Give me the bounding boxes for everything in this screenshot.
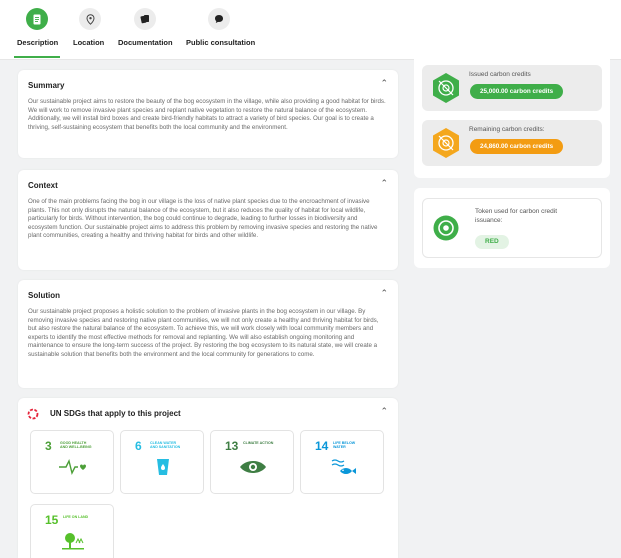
collapse-chevron-icon[interactable]: ⌃ xyxy=(380,406,388,417)
documents-icon xyxy=(134,8,156,30)
tab-description[interactable]: Description xyxy=(14,0,60,60)
sdg-number: 3 xyxy=(45,439,52,453)
tab-label: Public consultation xyxy=(186,38,256,47)
summary-card: Summary ⌃ Our sustainable project aims t… xyxy=(18,70,398,158)
sdgs-card: UN SDGs that apply to this project ⌃ 3 G… xyxy=(18,398,398,558)
context-card: Context ⌃ One of the main problems facin… xyxy=(18,170,398,270)
top-tab-bar: Description Location Documentation Publi… xyxy=(0,0,621,60)
active-tab-indicator xyxy=(14,56,60,58)
sdg-title: LIFE BELOW WATER xyxy=(333,441,356,450)
solution-card: Solution ⌃ Our sustainable project propo… xyxy=(18,280,398,388)
tab-label: Documentation xyxy=(118,38,173,47)
remaining-credits-box: Remaining carbon credits: 24,860.00 carb… xyxy=(422,120,602,166)
tab-location[interactable]: Location xyxy=(72,0,108,60)
tab-label: Location xyxy=(73,38,105,47)
collapse-chevron-icon[interactable]: ⌃ xyxy=(380,78,388,89)
token-label: Token used for carbon credit issuance: xyxy=(475,208,558,224)
solution-text: Our sustainable project proposes a holis… xyxy=(28,308,379,358)
tab-public-consultation[interactable]: Public consultation xyxy=(186,0,256,60)
eye-globe-icon xyxy=(240,461,266,473)
tab-documentation[interactable]: Documentation xyxy=(118,0,174,60)
collapse-chevron-icon[interactable]: ⌃ xyxy=(380,178,388,189)
carbon-credit-hex-icon xyxy=(433,128,459,158)
sdg-tile-14[interactable]: 14 LIFE BELOW WATER xyxy=(300,430,384,494)
sdg-tile-15[interactable]: 15 LIFE ON LAND xyxy=(30,504,114,558)
context-title: Context xyxy=(28,181,58,190)
sdg-number: 13 xyxy=(225,439,239,453)
sdg-title: GOOD HEALTH AND WELL-BEING xyxy=(60,441,92,450)
issued-credits-box: Issued carbon credits 25,000.00 carbon c… xyxy=(422,65,602,111)
tree-icon xyxy=(62,533,84,550)
sdg-wheel-icon xyxy=(27,408,39,420)
remaining-credits-badge: 24,860.00 carbon credits xyxy=(470,139,564,154)
token-box: Token used for carbon credit issuance: R… xyxy=(422,198,602,258)
document-icon xyxy=(26,8,48,30)
solution-title: Solution xyxy=(28,291,60,300)
location-pin-icon xyxy=(79,8,101,30)
context-text: One of the main problems facing the bog … xyxy=(28,198,378,240)
issued-credits-label: Issued carbon credits xyxy=(469,71,531,78)
summary-title: Summary xyxy=(28,81,65,90)
sdg-title: CLIMATE ACTION xyxy=(243,441,274,445)
collapse-chevron-icon[interactable]: ⌃ xyxy=(380,288,388,299)
remaining-credits-label: Remaining carbon credits: xyxy=(469,126,545,133)
sdg-number: 14 xyxy=(315,439,329,453)
fish-icon xyxy=(331,459,356,474)
carbon-credit-hex-icon xyxy=(433,73,459,103)
sdg-tile-6[interactable]: 6 CLEAN WATER AND SANITATION xyxy=(120,430,204,494)
water-glass-icon xyxy=(157,459,169,475)
token-badge: RED xyxy=(475,235,509,249)
issued-credits-badge: 25,000.00 carbon credits xyxy=(470,84,564,99)
sdg-title: LIFE ON LAND xyxy=(63,515,89,519)
sdg-tile-3[interactable]: 3 GOOD HEALTH AND WELL-BEING xyxy=(30,430,114,494)
sdgs-title: UN SDGs that apply to this project xyxy=(50,409,181,418)
tab-label: Description xyxy=(17,38,59,47)
token-target-icon xyxy=(433,215,459,241)
sdg-number: 15 xyxy=(45,513,59,527)
sdg-number: 6 xyxy=(135,439,142,453)
chat-bubble-icon xyxy=(208,8,230,30)
credits-panel: Issued carbon credits 25,000.00 carbon c… xyxy=(414,58,610,178)
token-panel: Token used for carbon credit issuance: R… xyxy=(414,188,610,268)
sdg-title: CLEAN WATER AND SANITATION xyxy=(150,441,181,450)
sdg-tile-13[interactable]: 13 CLIMATE ACTION xyxy=(210,430,294,494)
summary-text: Our sustainable project aims to restore … xyxy=(28,98,386,131)
heartbeat-icon xyxy=(59,458,86,476)
